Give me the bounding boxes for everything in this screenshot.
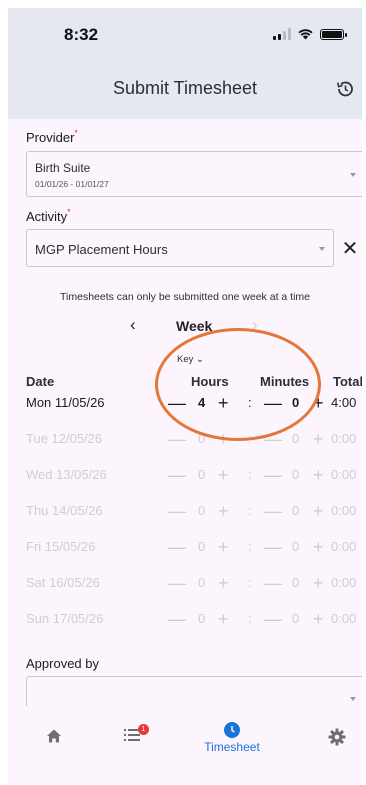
phone-screen: 8:32 Submit Timesheet Provider* Birth Su… [8,8,362,784]
total-header: Total [333,374,362,389]
page-title: Submit Timesheet [112,78,258,98]
hours-value: 0 [198,467,206,482]
increase-hours-button: + [218,573,229,593]
table-row: Sat 16/05/26 — 0 +: — 0 +0:00 [8,572,362,594]
home-icon[interactable] [46,728,62,744]
decrease-hours-button: — [168,609,186,629]
table-row: Wed 13/05/26 — 0 +: — 0 +0:00 [8,464,362,486]
increase-hours-button: + [218,537,229,557]
provider-dropdown-icon [350,173,356,177]
approved-by-dropdown-icon [350,697,356,701]
day-label: Thu 14/05/26 [26,503,103,518]
time-separator: : [248,467,252,482]
minutes-value: 0 [292,611,300,626]
hours-value: 0 [198,539,206,554]
list-nav-button[interactable]: 1 [124,724,149,747]
app-bar: 8:32 Submit Timesheet [8,8,362,119]
decrease-hours-button: — [168,501,186,521]
provider-label: Provider* [26,128,78,145]
total-value: 0:00 [331,539,357,554]
day-label: Wed 13/05/26 [26,467,107,482]
notice-text: Timesheets can only be submitted one wee… [60,291,310,303]
total-value: 0:00 [331,611,357,626]
decrease-hours-button: — [168,573,186,593]
notification-badge: 1 [138,724,149,735]
day-label: Sun 17/05/26 [26,611,104,626]
total-value: 0:00 [331,431,357,446]
minutes-value: 0 [292,503,300,518]
minutes-value: 0 [292,431,300,446]
annotation-circle [155,328,321,441]
time-separator: : [248,575,252,590]
increase-minutes-button: + [313,465,324,485]
day-label: Sat 16/05/26 [26,575,100,590]
approved-by-select[interactable] [26,676,362,709]
increase-hours-button: + [218,609,229,629]
time-separator: : [248,539,252,554]
table-row: Thu 14/05/26 — 0 +: — 0 +0:00 [8,500,362,522]
day-label: Fri 15/05/26 [26,539,96,554]
battery-icon [320,28,347,40]
day-label: Mon 11/05/26 [26,395,105,410]
previous-week-button[interactable]: ‹ [130,315,136,335]
signal-icon [273,28,291,40]
bottom-navigation: 1 Timesheet [8,706,362,784]
total-value: 4:00 [331,395,357,410]
total-value: 0:00 [331,575,357,590]
minutes-value: 0 [292,575,300,590]
total-value: 0:00 [331,467,357,482]
time-separator: : [248,503,252,518]
decrease-minutes-button: — [264,609,282,629]
decrease-minutes-button: — [264,573,282,593]
timesheet-nav-button[interactable]: Timesheet [198,722,266,754]
decrease-hours-button: — [168,429,186,449]
total-value: 0:00 [331,503,357,518]
gear-icon[interactable] [328,728,346,746]
activity-dropdown-icon [319,247,325,251]
decrease-minutes-button: — [264,465,282,485]
decrease-minutes-button: — [264,537,282,557]
activity-label: Activity* [26,207,71,224]
increase-hours-button: + [218,465,229,485]
week-navigator: ‹ Week › [8,315,362,337]
activity-select[interactable]: MGP Placement Hours [26,229,334,267]
clear-activity-icon[interactable]: ✕ [335,229,362,267]
clock-icon [224,722,240,738]
provider-value: Birth Suite [35,161,91,175]
provider-select[interactable]: Birth Suite 01/01/26 - 01/01/27 [26,151,362,197]
decrease-hours-button: — [168,465,186,485]
status-icons [273,28,347,40]
activity-value: MGP Placement Hours [35,242,168,257]
hours-value: 0 [198,611,206,626]
increase-minutes-button: + [313,573,324,593]
wifi-icon [298,29,313,40]
hours-value: 0 [198,575,206,590]
approved-by-label: Approved by [26,656,99,671]
status-time: 8:32 [64,25,99,44]
table-row: Sun 17/05/26 — 0 +: — 0 +0:00 [8,608,362,630]
timesheet-nav-label: Timesheet [204,740,260,754]
minutes-value: 0 [292,467,300,482]
increase-hours-button: + [218,501,229,521]
history-icon[interactable] [334,78,356,100]
provider-date-range: 01/01/26 - 01/01/27 [35,179,109,189]
decrease-hours-button: — [168,537,186,557]
time-separator: : [248,611,252,626]
minutes-value: 0 [292,539,300,554]
table-row: Tue 12/05/26—0 +: —0 +0:00 [8,428,362,450]
decrease-minutes-button: — [264,501,282,521]
increase-minutes-button: + [313,609,324,629]
hours-value: 0 [198,503,206,518]
increase-minutes-button: + [313,537,324,557]
day-label: Tue 12/05/26 [26,431,103,446]
table-row: Fri 15/05/26 — 0 +: — 0 +0:00 [8,536,362,558]
date-header: Date [26,374,55,389]
increase-minutes-button: + [313,501,324,521]
increase-minutes-button: + [313,429,324,449]
